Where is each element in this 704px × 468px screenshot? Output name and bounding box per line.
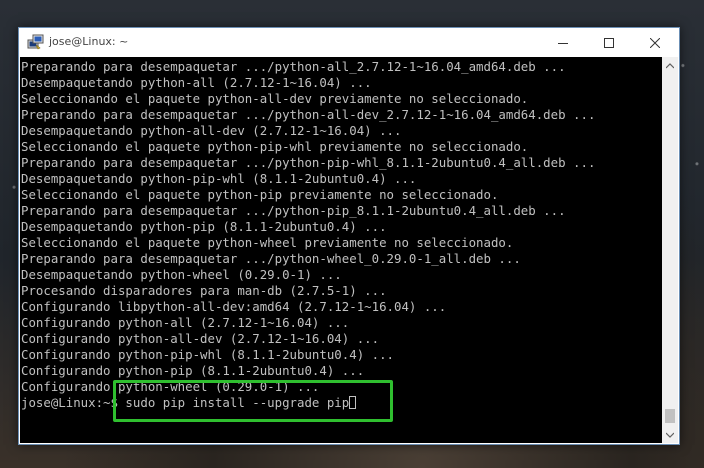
terminal-lines: Preparando para desempaquetar .../python… (21, 59, 595, 411)
terminal-line: Preparando para desempaquetar .../python… (21, 251, 521, 266)
terminal-line: Preparando para desempaquetar .../python… (21, 203, 566, 218)
close-icon (650, 37, 660, 48)
scrollbar-thumb[interactable] (665, 409, 675, 423)
terminal-line: Seleccionando el paquete python-all-dev … (21, 91, 529, 106)
chevron-down-icon (666, 432, 674, 438)
terminal-line: Configurando libpython-all-dev:amd64 (2.… (21, 299, 447, 314)
maximize-button[interactable] (586, 28, 632, 57)
terminal-line: Desempaquetando python-all (2.7.12-1~16.… (21, 75, 372, 90)
terminal-line: Seleccionando el paquete python-pip-whl … (21, 139, 529, 154)
scroll-down-button[interactable] (662, 426, 678, 443)
close-button[interactable] (632, 28, 678, 57)
terminal-line: Seleccionando el paquete python-pip prev… (21, 187, 499, 202)
terminal-line: Desempaquetando python-wheel (0.29.0-1) … (21, 267, 342, 282)
terminal-line: Configurando python-pip-whl (8.1.1-2ubun… (21, 347, 394, 362)
vertical-scrollbar[interactable] (662, 57, 678, 443)
terminal-line: Preparando para desempaquetar .../python… (21, 59, 566, 74)
terminal-line: Configurando python-all (2.7.12-1~16.04)… (21, 315, 350, 330)
chevron-up-icon (666, 62, 674, 68)
terminal-line: Configurando python-all-dev (2.7.12-1~16… (21, 331, 380, 346)
command-highlight-box (113, 380, 393, 422)
window-title: jose@Linux: ~ (49, 35, 129, 48)
minimize-button[interactable] (540, 28, 586, 57)
terminal-line: Seleccionando el paquete python-wheel pr… (21, 235, 514, 250)
terminal-line: Preparando para desempaquetar .../python… (21, 155, 596, 170)
maximize-icon (604, 37, 614, 48)
minimize-icon (558, 42, 568, 44)
terminal-line: Procesando disparadores para man-db (2.7… (21, 283, 387, 298)
terminal-line: Desempaquetando python-all-dev (2.7.12-1… (21, 123, 402, 138)
putty-icon[interactable] (27, 34, 44, 51)
terminal-line: Desempaquetando python-pip-whl (8.1.1-2u… (21, 171, 417, 186)
title-bar[interactable]: jose@Linux: ~ (19, 28, 679, 57)
terminal-line: Configurando python-pip (8.1.1-2ubuntu0.… (21, 363, 365, 378)
terminal-line: Preparando para desempaquetar .../python… (21, 107, 596, 122)
scroll-up-button[interactable] (662, 57, 678, 74)
terminal-line: Desempaquetando python-pip (8.1.1-2ubunt… (21, 219, 387, 234)
